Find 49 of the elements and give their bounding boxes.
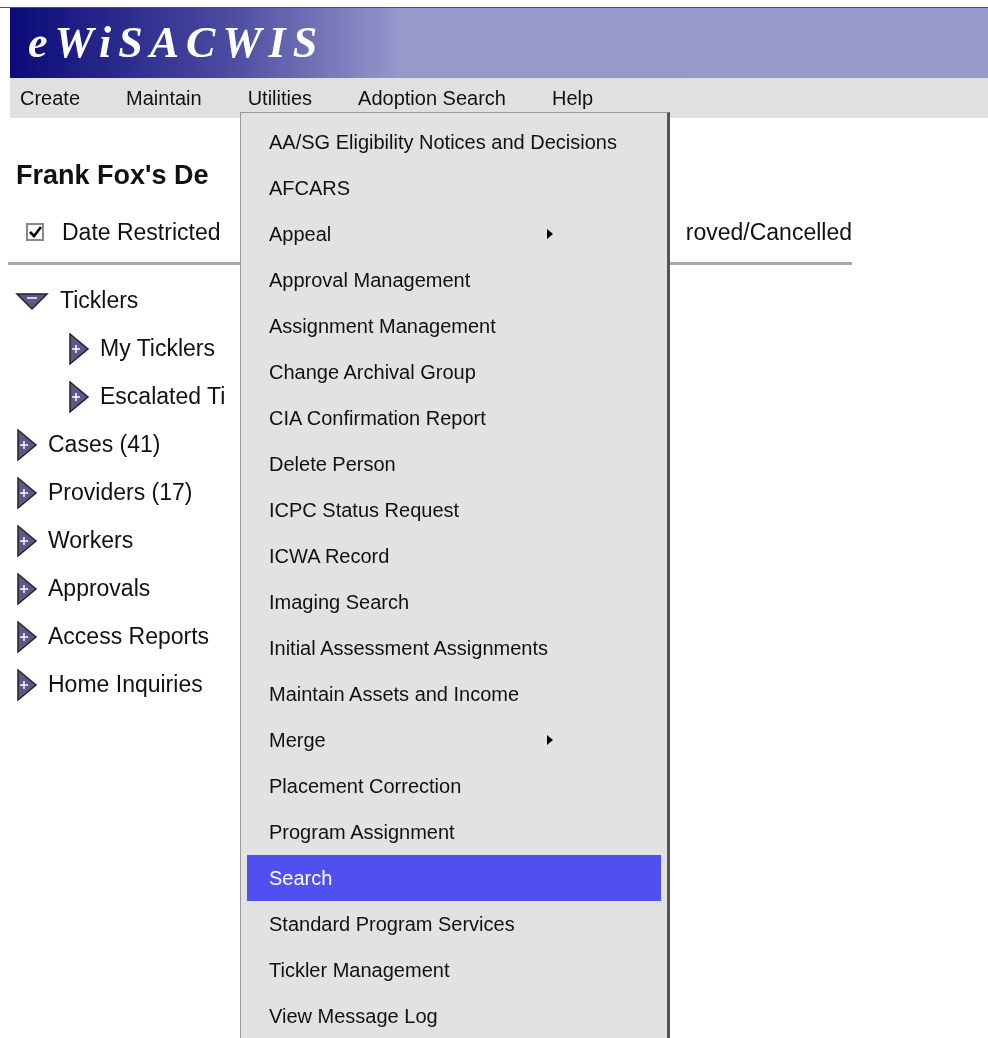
tree-item[interactable]: Workers — [48, 523, 134, 558]
tree-item[interactable]: Access Reports — [48, 619, 210, 654]
expand-icon[interactable] — [14, 523, 38, 558]
menu-item[interactable]: Create — [10, 83, 81, 113]
menu-item[interactable]: Merge — [247, 717, 661, 763]
menu-item[interactable]: Placement Correction — [247, 763, 661, 809]
expand-icon[interactable] — [66, 379, 90, 414]
tree-item[interactable]: Cases (41) — [48, 427, 161, 462]
menu-item[interactable]: Maintain — [116, 83, 202, 113]
expand-icon[interactable] — [14, 571, 38, 606]
checkbox-label: roved/Cancelled — [685, 218, 852, 247]
menu-item[interactable]: Imaging Search — [247, 579, 661, 625]
menu-item[interactable]: AA/SG Eligibility Notices and Decisions — [247, 119, 661, 165]
submenu-arrow-icon — [547, 735, 553, 745]
expand-icon[interactable] — [14, 427, 38, 462]
tree-item[interactable]: Home Inquiries — [48, 667, 203, 702]
app-logo: eWiSACWIS — [28, 21, 325, 65]
menu-item[interactable]: Assignment Management — [247, 303, 661, 349]
tree-item[interactable]: Providers (17) — [48, 475, 193, 510]
page-title: Frank Fox's De — [16, 162, 210, 189]
menu-item[interactable]: ICWA Record — [247, 533, 661, 579]
menu-item[interactable]: Utilities — [237, 83, 313, 113]
tree-item[interactable]: Ticklers — [60, 283, 139, 318]
expand-icon[interactable] — [14, 475, 38, 510]
tree-item[interactable]: Approvals — [48, 571, 151, 606]
menu-item[interactable]: Delete Person — [247, 441, 661, 487]
menu-item[interactable]: Change Archival Group — [247, 349, 661, 395]
menu-item[interactable]: AFCARS — [247, 165, 661, 211]
tree-item[interactable]: My Ticklers — [100, 331, 215, 366]
checkbox[interactable] — [26, 223, 44, 242]
menu-item[interactable]: ICPC Status Request — [247, 487, 661, 533]
menu-item[interactable]: Standard Program Services — [247, 901, 661, 947]
submenu-arrow-icon — [547, 229, 553, 239]
menu-item[interactable]: Program Assignment — [247, 809, 661, 855]
tree-item[interactable]: Escalated Ti — [100, 379, 226, 414]
menu-item[interactable]: Appeal — [247, 211, 661, 257]
checkbox-label: Date Restricted — [62, 218, 221, 247]
menu-item[interactable]: Tickler Management — [247, 947, 661, 993]
menu-item[interactable]: CIA Confirmation Report — [247, 395, 661, 441]
menu-item[interactable]: Approval Management — [247, 257, 661, 303]
menu-item[interactable]: Help — [542, 83, 594, 113]
menu-item[interactable]: Maintain Assets and Income — [247, 671, 661, 717]
menu-item[interactable]: Initial Assessment Assignments — [247, 625, 661, 671]
menu-item[interactable]: Search — [247, 855, 661, 901]
expand-icon[interactable] — [66, 331, 90, 366]
menu-item[interactable]: Adoption Search — [348, 83, 506, 113]
expand-icon[interactable] — [14, 667, 38, 702]
expand-icon[interactable] — [14, 619, 38, 654]
menu-item[interactable]: View Message Log — [247, 993, 661, 1038]
